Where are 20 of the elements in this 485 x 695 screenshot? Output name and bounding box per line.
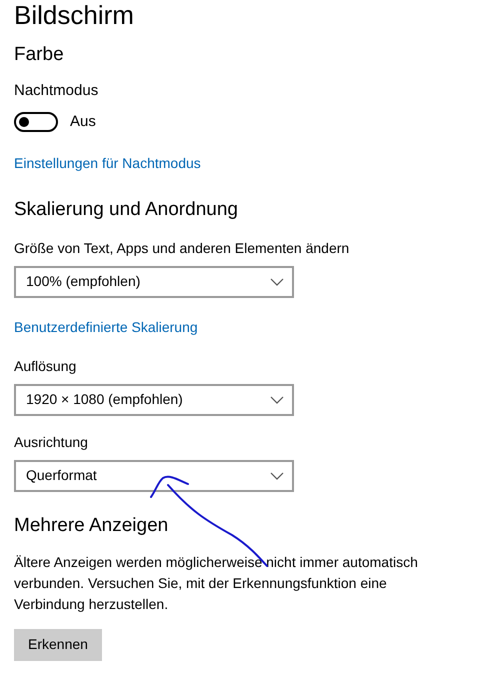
section-heading: Mehrere Anzeigen bbox=[14, 514, 170, 538]
section-heading: Skalierung und Anordnung bbox=[14, 198, 239, 222]
chevron-down-icon bbox=[270, 396, 284, 404]
description-text: Ältere Anzeigen werden möglicherweise nicht immer automatisch verbunden. Versuchen Sie, mit der Erkennungsfunktion eine Verbindung herzustellen. bbox=[14, 552, 419, 614]
chevron-down-icon bbox=[270, 472, 284, 480]
dropdown[interactable]: 100% (empfohlen) bbox=[14, 266, 294, 298]
detect-button[interactable]: Erkennen bbox=[14, 628, 102, 660]
toggle-state: Aus bbox=[70, 112, 96, 132]
chevron-down-icon bbox=[270, 278, 284, 286]
dropdown-label: Ausrichtung bbox=[14, 432, 89, 452]
dropdown[interactable]: Querformat bbox=[14, 460, 294, 492]
toggle-switch[interactable] bbox=[14, 112, 58, 132]
settings-link[interactable]: Einstellungen für Nachtmodus bbox=[14, 154, 201, 170]
dropdown[interactable]: 1920 × 1080 (empfohlen) bbox=[14, 384, 294, 416]
page-title: Bildschirm bbox=[14, 0, 135, 31]
dropdown-label: Größe von Text, Apps und anderen Elementen ändern bbox=[14, 238, 350, 258]
dropdown-label: Auflösung bbox=[14, 356, 78, 376]
toggle-label: Nachtmodus bbox=[14, 81, 100, 101]
settings-link[interactable]: Benutzerdefinierte Skalierung bbox=[14, 318, 198, 334]
section-heading: Farbe bbox=[14, 43, 65, 67]
